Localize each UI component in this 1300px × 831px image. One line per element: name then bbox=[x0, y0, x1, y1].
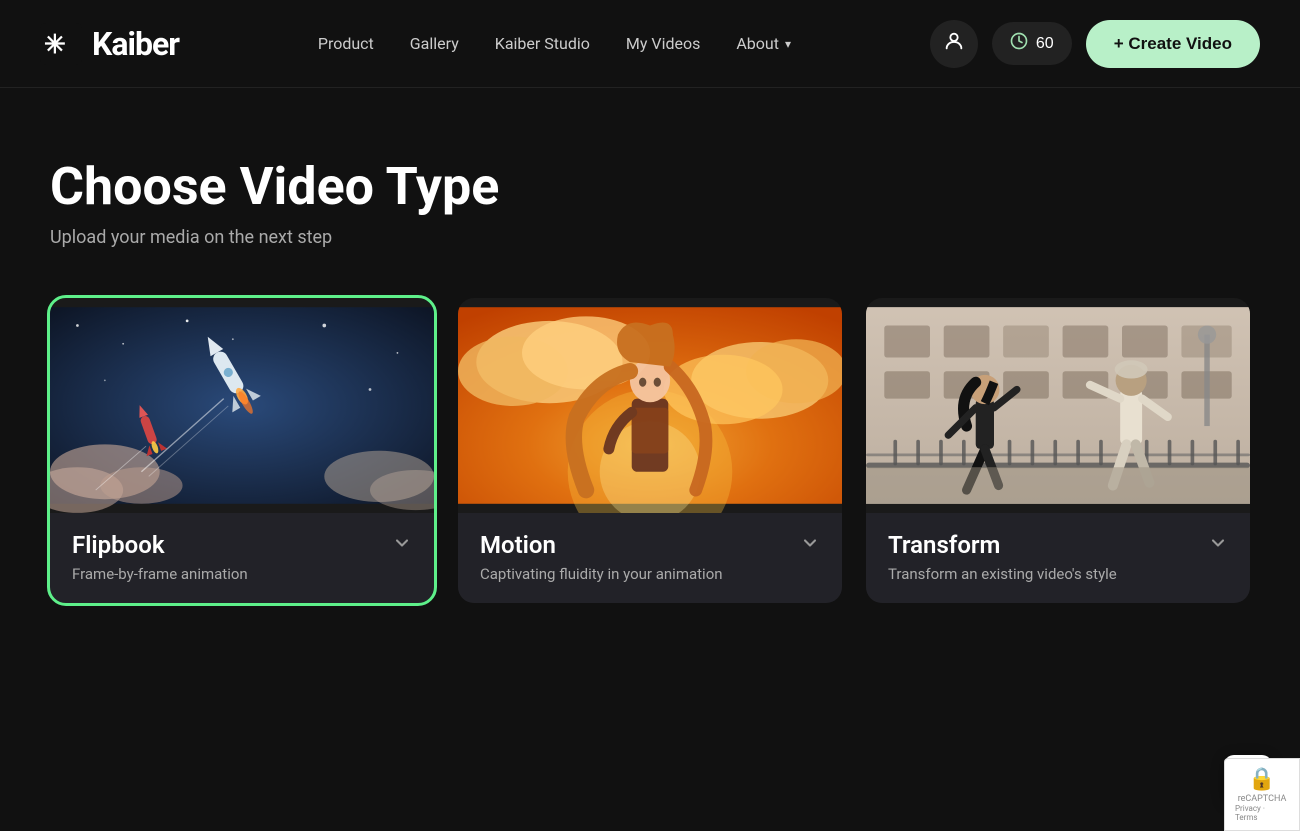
motion-chevron-icon bbox=[800, 533, 820, 558]
main-content: Choose Video Type Upload your media on t… bbox=[0, 88, 1300, 663]
logo-text: Kaiber bbox=[92, 25, 179, 63]
transform-title: Transform bbox=[888, 531, 1000, 559]
motion-card-body: Motion Captivating fluidity in your anim… bbox=[458, 513, 842, 603]
credits-count: 60 bbox=[1036, 35, 1054, 53]
flipbook-title: Flipbook bbox=[72, 531, 165, 559]
nav-links: Product Gallery Kaiber Studio My Videos … bbox=[318, 34, 791, 53]
motion-card-header: Motion bbox=[480, 531, 820, 559]
flipbook-illustration bbox=[50, 298, 434, 513]
credits-button[interactable]: 60 bbox=[992, 22, 1072, 65]
recaptcha-logo: 🔒 bbox=[1248, 767, 1275, 792]
page-title: Choose Video Type bbox=[50, 158, 1250, 215]
about-chevron-icon: ▾ bbox=[785, 37, 791, 51]
nav-item-my-videos[interactable]: My Videos bbox=[626, 34, 700, 53]
page-subtitle: Upload your media on the next step bbox=[50, 227, 1250, 248]
motion-description: Captivating fluidity in your animation bbox=[480, 565, 820, 583]
motion-image bbox=[458, 298, 842, 513]
navbar: ✳ Kaiber Product Gallery Kaiber Studio M… bbox=[0, 0, 1300, 88]
nav-link-studio[interactable]: Kaiber Studio bbox=[495, 34, 590, 53]
card-transform[interactable]: Transform Transform an existing video's … bbox=[866, 298, 1250, 603]
nav-link-my-videos[interactable]: My Videos bbox=[626, 34, 700, 53]
motion-title: Motion bbox=[480, 531, 556, 559]
nav-link-about[interactable]: About bbox=[736, 34, 779, 53]
card-flipbook[interactable]: Flipbook Frame-by-frame animation bbox=[50, 298, 434, 603]
nav-item-studio[interactable]: Kaiber Studio bbox=[495, 34, 590, 53]
flipbook-card-body: Flipbook Frame-by-frame animation bbox=[50, 513, 434, 603]
transform-card-header: Transform bbox=[888, 531, 1228, 559]
recaptcha-badge: 🔒 reCAPTCHA Privacy · Terms bbox=[1224, 758, 1300, 831]
flipbook-card-header: Flipbook bbox=[72, 531, 412, 559]
flipbook-image bbox=[50, 298, 434, 513]
user-profile-button[interactable] bbox=[930, 20, 978, 68]
create-video-button[interactable]: + Create Video bbox=[1086, 20, 1260, 68]
flipbook-description: Frame-by-frame animation bbox=[72, 565, 412, 583]
transform-description: Transform an existing video's style bbox=[888, 565, 1228, 583]
user-icon bbox=[943, 30, 965, 58]
svg-text:✳: ✳ bbox=[44, 29, 66, 59]
transform-card-body: Transform Transform an existing video's … bbox=[866, 513, 1250, 603]
transform-illustration bbox=[866, 298, 1250, 513]
recaptcha-text: reCAPTCHA bbox=[1238, 794, 1287, 804]
transform-chevron-icon bbox=[1208, 533, 1228, 558]
recaptcha-links: Privacy · Terms bbox=[1235, 804, 1289, 822]
nav-item-about[interactable]: About ▾ bbox=[736, 34, 791, 53]
create-video-label: + Create Video bbox=[1114, 34, 1232, 54]
nav-link-product[interactable]: Product bbox=[318, 34, 374, 53]
flipbook-chevron-icon bbox=[392, 533, 412, 558]
logo[interactable]: ✳ Kaiber bbox=[40, 23, 179, 65]
transform-image bbox=[866, 298, 1250, 513]
kaiber-logo-icon: ✳ bbox=[40, 23, 82, 65]
nav-item-product[interactable]: Product bbox=[318, 34, 374, 53]
video-type-cards: Flipbook Frame-by-frame animation bbox=[50, 298, 1250, 603]
nav-item-gallery[interactable]: Gallery bbox=[410, 34, 459, 53]
card-motion[interactable]: Motion Captivating fluidity in your anim… bbox=[458, 298, 842, 603]
motion-illustration bbox=[458, 298, 842, 513]
credits-icon bbox=[1010, 32, 1028, 55]
nav-link-gallery[interactable]: Gallery bbox=[410, 34, 459, 53]
nav-right: 60 + Create Video bbox=[930, 20, 1260, 68]
